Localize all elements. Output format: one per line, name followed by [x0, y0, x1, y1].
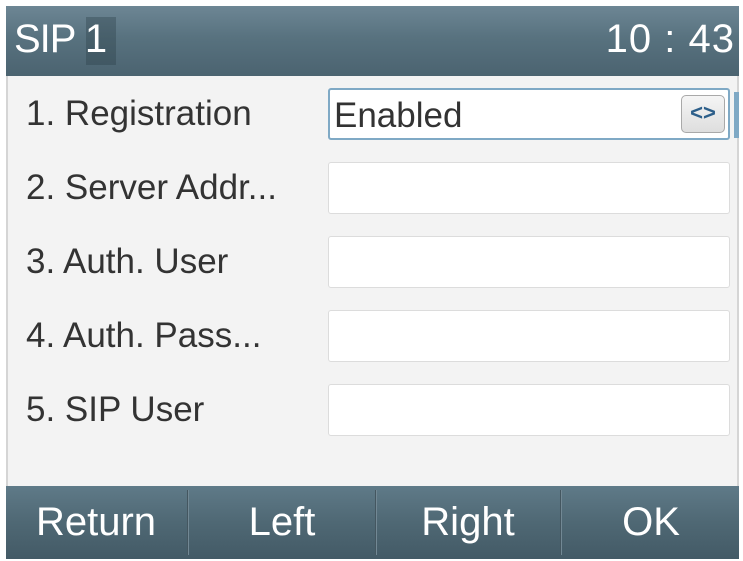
- field-row-auth-password[interactable]: 4. Auth. Pass...: [8, 304, 739, 370]
- settings-form: 1. Registration Enabled <> 2. Server Add…: [6, 76, 739, 486]
- registration-value: Enabled: [334, 96, 463, 135]
- auth-password-input[interactable]: [328, 310, 730, 362]
- server-address-input[interactable]: [328, 162, 730, 214]
- auth-user-input[interactable]: [328, 236, 730, 288]
- left-right-arrows-icon[interactable]: <>: [681, 95, 725, 133]
- field-row-server-address[interactable]: 2. Server Addr...: [8, 156, 739, 222]
- right-button[interactable]: Right: [378, 486, 558, 559]
- clock: 10 : 43: [605, 17, 735, 61]
- softkey-divider: [560, 490, 562, 555]
- registration-select[interactable]: Enabled <>: [328, 88, 739, 140]
- page-title: SIP 1: [14, 17, 116, 65]
- softkey-divider: [375, 490, 377, 555]
- field-row-registration[interactable]: 1. Registration Enabled <>: [8, 82, 739, 148]
- selection-marker: [734, 92, 739, 138]
- field-label-registration: 1. Registration: [26, 94, 252, 133]
- field-label-auth-password: 4. Auth. Pass...: [26, 316, 262, 355]
- field-label-sip-user: 5. SIP User: [26, 390, 205, 429]
- softkey-divider: [187, 490, 189, 555]
- return-button[interactable]: Return: [6, 486, 186, 559]
- sip-user-input[interactable]: [328, 384, 730, 436]
- page-title-text: SIP 1: [14, 17, 107, 61]
- field-label-auth-user: 3. Auth. User: [26, 242, 229, 281]
- title-bar: SIP 1 10 : 43: [6, 6, 739, 76]
- left-button[interactable]: Left: [190, 486, 374, 559]
- phone-screen: SIP 1 10 : 43 1. Registration Enabled <>…: [6, 6, 739, 559]
- softkey-bar: Return Left Right OK: [6, 486, 739, 559]
- ok-button[interactable]: OK: [563, 486, 739, 559]
- field-row-sip-user[interactable]: 5. SIP User: [8, 378, 739, 444]
- field-label-server-address: 2. Server Addr...: [26, 168, 277, 207]
- field-row-auth-user[interactable]: 3. Auth. User: [8, 230, 739, 296]
